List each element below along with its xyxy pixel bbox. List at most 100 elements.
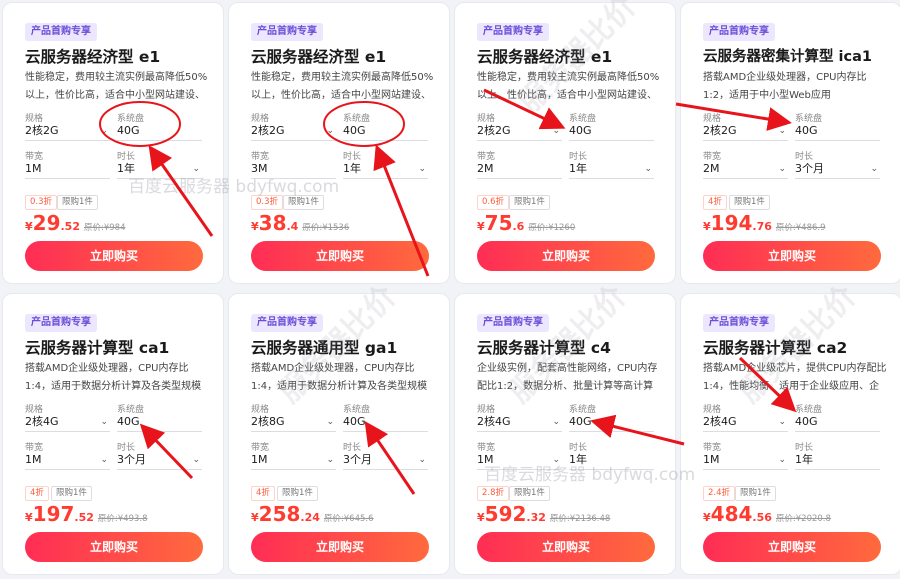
duration-select[interactable]: 3个月 ⌄: [795, 161, 880, 179]
price-integer: 592: [484, 502, 527, 526]
product-card: 产品首购专享 云服务器通用型 ga1 搭载AMD企业级处理器，CPU内存比1:4…: [228, 293, 450, 575]
product-description: 性能稳定，费用较主流实例最高降低50%以上，性价比高，适合中小型网站建设、开…: [25, 72, 208, 101]
duration-select[interactable]: 3个月 ⌄: [343, 452, 428, 470]
price: ¥592.32 原价:¥2136.48: [477, 502, 610, 526]
original-price: 原价:¥2020.8: [775, 514, 831, 524]
buy-now-button[interactable]: 立即购买: [477, 241, 655, 271]
product-title: 云服务器计算型 ca2: [703, 339, 848, 357]
currency-symbol: ¥: [477, 220, 485, 233]
disk-value-text: 40G: [569, 415, 592, 428]
buy-now-button[interactable]: 立即购买: [703, 532, 881, 562]
product-card: 产品首购专享 云服务器计算型 ca2 搭载AMD企业级芯片，提供CPU内存配比1…: [680, 293, 900, 575]
bandwidth-select[interactable]: 2M: [477, 161, 562, 179]
price-decimal: .32: [526, 511, 546, 524]
limit-tag: 限购1件: [509, 195, 550, 210]
price: ¥194.76 原价:¥486.9: [703, 211, 826, 235]
price-decimal: .56: [752, 511, 772, 524]
bandwidth-select[interactable]: 1M: [25, 161, 110, 179]
duration-value: 3个月: [795, 162, 824, 175]
bandwidth-select[interactable]: 1M ⌄: [251, 452, 336, 470]
chevron-down-icon: ⌄: [326, 455, 334, 465]
spec-select[interactable]: 2核2G ⌄: [251, 123, 336, 141]
chevron-down-icon: ⌄: [778, 164, 786, 174]
original-price: 原价:¥1536: [302, 223, 350, 233]
buy-now-button[interactable]: 立即购买: [703, 241, 881, 271]
original-price: 原价:¥645.6: [323, 514, 374, 524]
buy-now-button[interactable]: 立即购买: [25, 241, 203, 271]
spec-value: 2核2G: [703, 124, 737, 137]
price-decimal: .4: [286, 220, 299, 233]
bandwidth-value: 1M: [477, 453, 494, 466]
bandwidth-select[interactable]: 1M ⌄: [703, 452, 788, 470]
disk-value: 40G: [343, 414, 428, 432]
product-title: 云服务器通用型 ga1: [251, 339, 398, 357]
spec-select[interactable]: 2核2G ⌄: [477, 123, 562, 141]
spec-value: 2核2G: [251, 124, 285, 137]
duration-select[interactable]: 1年 ⌄: [343, 161, 428, 179]
currency-symbol: ¥: [703, 220, 711, 233]
original-price: 原价:¥984: [84, 223, 126, 233]
first-purchase-badge: 产品首购专享: [25, 314, 97, 332]
duration-select[interactable]: 1年: [795, 452, 880, 470]
product-description: 企业级实例，配套高性能网络，CPU内存配比1:2，数据分析、批量计算等高计算需求…: [477, 363, 658, 392]
disk-value: 40G: [795, 123, 880, 141]
currency-symbol: ¥: [25, 511, 33, 524]
price-decimal: .76: [752, 220, 772, 233]
spec-select[interactable]: 2核2G ⌄: [25, 123, 110, 141]
price: ¥197.52 原价:¥493.8: [25, 502, 148, 526]
duration-value: 3个月: [117, 453, 146, 466]
duration-select[interactable]: 3个月 ⌄: [117, 452, 202, 470]
spec-select[interactable]: 2核4G ⌄: [703, 414, 788, 432]
duration-select[interactable]: 1年 ⌄: [569, 161, 654, 179]
product-title: 云服务器经济型 e1: [251, 48, 387, 66]
bandwidth-select[interactable]: 2M ⌄: [703, 161, 788, 179]
discount-tag: 2.8折: [477, 486, 510, 501]
duration-select[interactable]: 1年: [569, 452, 654, 470]
spec-value: 2核4G: [477, 415, 511, 428]
bandwidth-select[interactable]: 3M: [251, 161, 336, 179]
spec-select[interactable]: 2核4G ⌄: [25, 414, 110, 432]
first-purchase-badge: 产品首购专享: [477, 23, 549, 41]
chevron-down-icon: ⌄: [778, 417, 786, 427]
product-description: 搭载AMD企业级处理器，CPU内存比1:4，适用于数据分析计算及各类型规模企业级…: [25, 363, 202, 392]
bandwidth-select[interactable]: 1M ⌄: [477, 452, 562, 470]
product-card: 产品首购专享 云服务器经济型 e1 性能稳定，费用较主流实例最高降低50%以上，…: [228, 2, 450, 284]
buy-now-button[interactable]: 立即购买: [477, 532, 655, 562]
first-purchase-badge: 产品首购专享: [477, 314, 549, 332]
buy-now-button[interactable]: 立即购买: [25, 532, 203, 562]
product-title: 云服务器经济型 e1: [477, 48, 613, 66]
limit-tag: 限购1件: [735, 486, 776, 501]
buy-now-button[interactable]: 立即购买: [251, 532, 429, 562]
duration-value: 3个月: [343, 453, 372, 466]
disk-value: 40G: [795, 414, 880, 432]
disk-value: 40G: [343, 123, 428, 141]
product-title: 云服务器计算型 ca1: [25, 339, 170, 357]
spec-select[interactable]: 2核8G ⌄: [251, 414, 336, 432]
discount-tag: 2.4折: [703, 486, 736, 501]
chevron-down-icon: ⌄: [192, 455, 200, 465]
product-title: 云服务器密集计算型 ica1: [703, 49, 872, 65]
duration-select[interactable]: 1年 ⌄: [117, 161, 202, 179]
product-card: 产品首购专享 云服务器计算型 c4 企业级实例，配套高性能网络，CPU内存配比1…: [454, 293, 676, 575]
price-decimal: .52: [60, 220, 81, 233]
spec-select[interactable]: 2核4G ⌄: [477, 414, 562, 432]
price-integer: 29: [32, 211, 61, 235]
bandwidth-value: 1M: [703, 453, 720, 466]
price-integer: 258: [258, 502, 301, 526]
original-price: 原价:¥1260: [528, 223, 576, 233]
price: ¥258.24 原价:¥645.6: [251, 502, 374, 526]
product-card: 产品首购专享 云服务器密集计算型 ica1 搭载AMD企业级处理器，CPU内存比…: [680, 2, 900, 284]
discount-tag: 4折: [703, 195, 727, 210]
currency-symbol: ¥: [251, 220, 259, 233]
bandwidth-select[interactable]: 1M ⌄: [25, 452, 110, 470]
chevron-down-icon: ⌄: [100, 417, 108, 427]
discount-tag: 4折: [25, 486, 49, 501]
price-integer: 484: [710, 502, 753, 526]
product-description: 搭载AMD企业级芯片，提供CPU内存配比1:4，性能均衡，适用于企业级应用、企业…: [703, 363, 887, 392]
price-decimal: .52: [74, 511, 94, 524]
spec-select[interactable]: 2核2G ⌄: [703, 123, 788, 141]
disk-value: 40G: [117, 123, 202, 141]
buy-now-button[interactable]: 立即购买: [251, 241, 429, 271]
chevron-down-icon: ⌄: [778, 455, 786, 465]
spec-value: 2核2G: [477, 124, 511, 137]
